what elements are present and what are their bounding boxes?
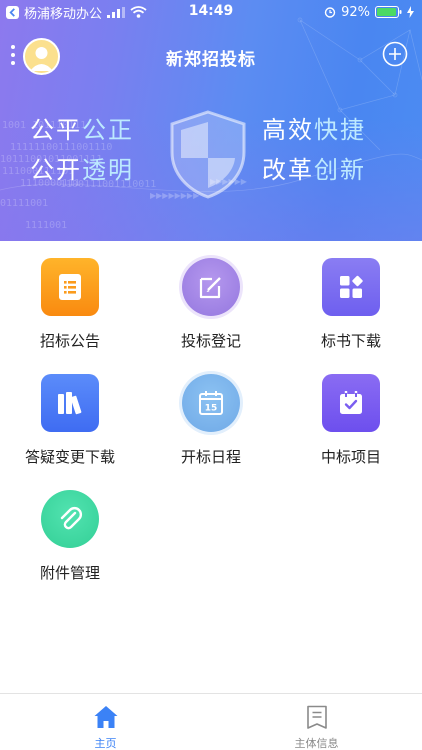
slogan-highlight: 快捷 [314,116,366,144]
tab-bar: 主页 主体信息 [0,693,422,750]
battery-icon [375,6,402,18]
tab-entity-info[interactable]: 主体信息 [211,694,422,750]
slogan-reform: 改革创新 [262,150,366,185]
menu-item-label: 附件管理 [39,564,100,582]
slogan-text: 公开 [30,156,82,184]
tab-label: 主页 [94,737,117,750]
menu-item-label: 标书下载 [320,332,381,350]
binary-line: 01111001 [0,198,48,209]
tab-label: 主体信息 [294,737,339,750]
tab-home[interactable]: 主页 [0,694,211,750]
paperclip-icon [41,490,99,548]
slogan-open: 公开透明 [30,150,134,185]
bulletin-icon [41,258,99,316]
calendar-check-icon [322,374,380,432]
menu-item-attachment-management[interactable]: 附件管理 [10,490,130,590]
alarm-icon [324,7,336,18]
menu-item-bid-document-download[interactable]: 标书下载 [291,258,411,358]
menu-item-winning-projects[interactable]: 中标项目 [291,374,411,474]
document-icon [306,705,327,729]
slogan-highlight: 透明 [82,156,134,184]
books-icon [41,374,99,432]
menu-item-label: 答疑变更下载 [24,448,115,466]
binary-line: 1111001 [25,220,67,231]
menu-item-label: 中标项目 [320,448,381,466]
menu-item-tender-announcement[interactable]: 招标公告 [10,258,130,358]
menu-item-label: 招标公告 [39,332,100,350]
status-right: 92% [324,3,414,21]
battery-percent: 92% [341,4,370,20]
shield-icon [170,110,246,199]
page-title: 新郑招投标 [166,50,256,70]
grid-apps-icon [322,258,380,316]
menu-item-bid-opening-schedule[interactable]: 15 开标日程 [151,374,271,474]
svg-text:15: 15 [205,404,218,414]
edit-icon [182,258,240,316]
slogan-text: 改革 [262,156,314,184]
charging-icon [407,6,414,18]
add-button[interactable] [382,41,408,67]
slogan-text: 高效 [262,116,314,144]
menu-item-bid-registration[interactable]: 投标登记 [151,258,271,358]
slogan-highlight: 公正 [82,116,134,144]
slogan-text: 公平 [30,116,82,144]
slogan-highlight: 创新 [314,156,366,184]
slogan-fair: 公平公正 [30,110,134,145]
status-bar: 杨浦移动办公 14:49 92% [0,0,422,24]
header-banner: 1001 101110111 11111100111001110 1011100… [0,0,422,241]
menu-item-label: 投标登记 [180,332,241,350]
menu-item-qa-change-download[interactable]: 答疑变更下载 [10,374,130,474]
slogan-efficient: 高效快捷 [262,110,366,145]
calendar-icon: 15 [182,374,240,432]
menu-item-label: 开标日程 [180,448,241,466]
home-icon [94,706,117,728]
